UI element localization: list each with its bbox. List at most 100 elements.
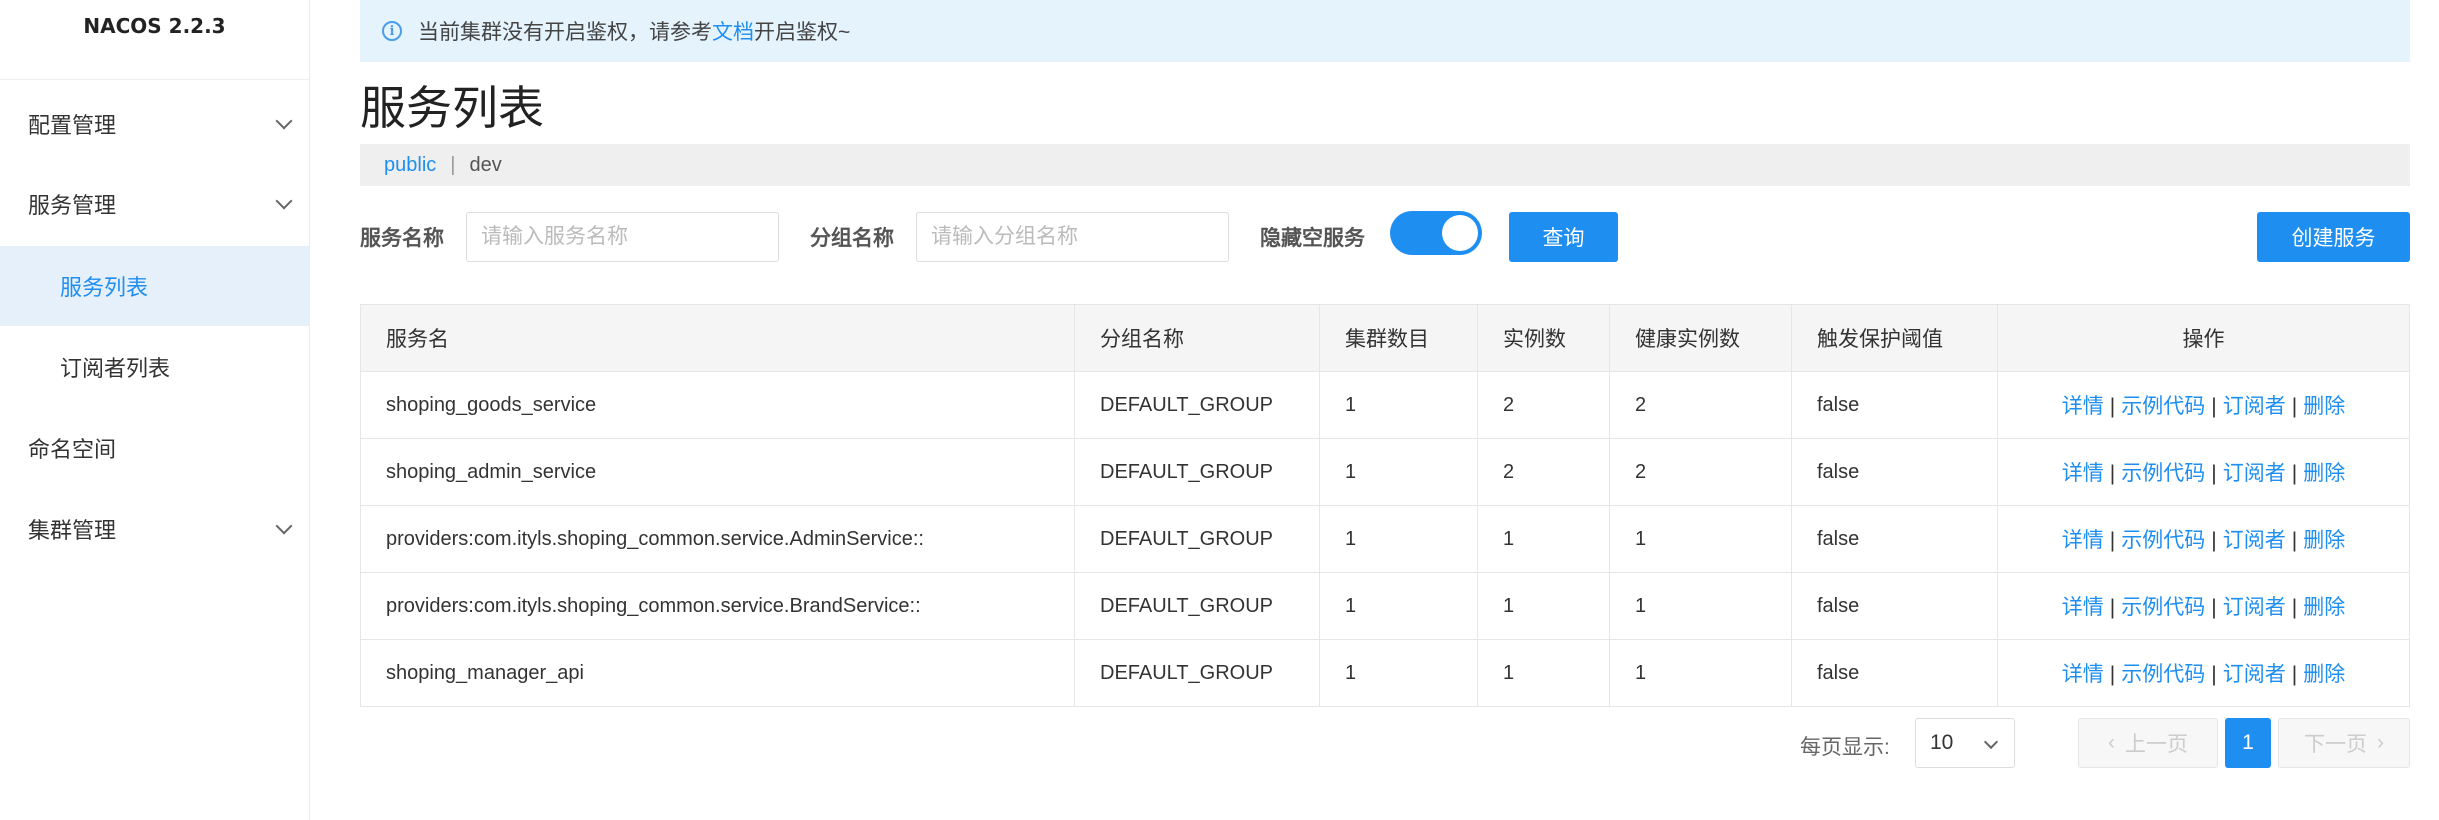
subscribers-link[interactable]: 订阅者 <box>2223 395 2286 418</box>
cell-actions: 详情 | 示例代码 | 订阅者 | 删除 <box>1997 371 2410 439</box>
hide-empty-label: 隐藏空服务 <box>1260 227 1365 250</box>
service-name-label: 服务名称 <box>360 227 444 250</box>
cell-group-name: DEFAULT_GROUP <box>1074 572 1320 640</box>
sidebar-item-service-list[interactable]: 服务列表 <box>0 246 310 326</box>
namespace-dev[interactable]: dev <box>469 154 501 177</box>
cell-protect-threshold: false <box>1791 371 1998 439</box>
sidebar-item-label: 配置管理 <box>28 113 117 138</box>
cell-instance-count: 2 <box>1477 371 1610 439</box>
detail-link[interactable]: 详情 <box>2062 529 2104 552</box>
cell-service-name: shoping_goods_service <box>360 371 1075 439</box>
cell-group-name: DEFAULT_GROUP <box>1074 639 1320 707</box>
detail-link[interactable]: 详情 <box>2062 596 2104 619</box>
delete-link[interactable]: 删除 <box>2303 395 2345 418</box>
cell-actions: 详情 | 示例代码 | 订阅者 | 删除 <box>1997 438 2410 506</box>
subscribers-link[interactable]: 订阅者 <box>2223 596 2286 619</box>
notice-suffix: 开启鉴权~ <box>754 21 851 44</box>
subscribers-link[interactable]: 订阅者 <box>2223 529 2286 552</box>
action-separator: | <box>2291 596 2298 619</box>
table-row: shoping_goods_service DEFAULT_GROUP 1 2 … <box>360 371 2410 439</box>
action-separator: | <box>2109 529 2116 552</box>
cell-healthy-count: 2 <box>1609 438 1792 506</box>
page-size-select[interactable]: 10 <box>1915 718 2015 768</box>
action-separator: | <box>2211 596 2217 619</box>
sidebar-item-cluster-management[interactable]: 集群管理 <box>0 489 310 569</box>
cell-group-name: DEFAULT_GROUP <box>1074 371 1320 439</box>
action-separator: | <box>2109 462 2116 485</box>
sample-code-link[interactable]: 示例代码 <box>2121 395 2205 418</box>
cell-protect-threshold: false <box>1791 572 1998 640</box>
sample-code-link[interactable]: 示例代码 <box>2121 596 2205 619</box>
cell-protect-threshold: false <box>1791 505 1998 573</box>
cell-protect-threshold: false <box>1791 639 1998 707</box>
delete-link[interactable]: 删除 <box>2303 663 2345 686</box>
group-name-label: 分组名称 <box>810 227 894 250</box>
cell-instance-count: 2 <box>1477 438 1610 506</box>
cell-cluster-count: 1 <box>1319 438 1478 506</box>
cell-group-name: DEFAULT_GROUP <box>1074 505 1320 573</box>
docs-link[interactable]: 文档 <box>712 16 754 46</box>
column-header: 服务名 <box>360 304 1075 372</box>
sample-code-link[interactable]: 示例代码 <box>2121 663 2205 686</box>
chevron-left-icon: ‹ <box>2108 731 2115 754</box>
next-page-button[interactable]: 下一页 › <box>2278 718 2410 768</box>
subscribers-link[interactable]: 订阅者 <box>2223 663 2286 686</box>
column-header: 触发保护阈值 <box>1791 304 1998 372</box>
sample-code-link[interactable]: 示例代码 <box>2121 462 2205 485</box>
action-separator: | <box>2291 395 2298 418</box>
cell-healthy-count: 1 <box>1609 572 1792 640</box>
group-name-input[interactable] <box>916 212 1229 262</box>
sidebar-item-namespace[interactable]: 命名空间 <box>0 408 310 488</box>
action-separator: | <box>2291 663 2298 686</box>
table-row: shoping_admin_service DEFAULT_GROUP 1 2 … <box>360 438 2410 506</box>
chevron-right-icon: › <box>2377 731 2384 754</box>
column-header: 操作 <box>1997 304 2410 372</box>
table-row: providers:com.ityls.shoping_common.servi… <box>360 505 2410 573</box>
chevron-down-icon <box>275 517 293 535</box>
cell-instance-count: 1 <box>1477 639 1610 707</box>
main-content: i 当前集群没有开启鉴权，请参考 文档 开启鉴权~ 服务列表 public | de… <box>360 0 2410 820</box>
sidebar-item-subscriber-list[interactable]: 订阅者列表 <box>0 327 310 407</box>
cell-group-name: DEFAULT_GROUP <box>1074 438 1320 506</box>
delete-link[interactable]: 删除 <box>2303 462 2345 485</box>
cell-cluster-count: 1 <box>1319 371 1478 439</box>
create-service-button[interactable]: 创建服务 <box>2257 212 2410 262</box>
table-header-row: 服务名 分组名称 集群数目 实例数 健康实例数 触发保护阈值 操作 <box>360 304 2410 372</box>
hide-empty-toggle[interactable] <box>1390 211 1482 255</box>
prev-page-label: 上一页 <box>2125 733 2188 756</box>
detail-link[interactable]: 详情 <box>2062 395 2104 418</box>
next-page-label: 下一页 <box>2304 733 2367 756</box>
cell-service-name: providers:com.ityls.shoping_common.servi… <box>360 572 1075 640</box>
chevron-down-icon <box>275 192 293 210</box>
namespace-separator: | <box>450 153 456 176</box>
sidebar-item-service-management[interactable]: 服务管理 <box>0 164 310 244</box>
sidebar-item-config-management[interactable]: 配置管理 <box>0 84 310 164</box>
service-table: 服务名 分组名称 集群数目 实例数 健康实例数 触发保护阈值 操作 shopin… <box>360 304 2410 707</box>
app-title: NACOS 2.2.3 <box>0 0 309 80</box>
delete-link[interactable]: 删除 <box>2303 596 2345 619</box>
page-size-label: 每页显示: <box>1800 736 1890 759</box>
service-name-input[interactable] <box>466 212 779 262</box>
current-page-button[interactable]: 1 <box>2225 718 2271 768</box>
cell-service-name: shoping_admin_service <box>360 438 1075 506</box>
detail-link[interactable]: 详情 <box>2062 462 2104 485</box>
notice-prefix: 当前集群没有开启鉴权，请参考 <box>418 21 712 44</box>
delete-link[interactable]: 删除 <box>2303 529 2345 552</box>
sample-code-link[interactable]: 示例代码 <box>2121 529 2205 552</box>
subscribers-link[interactable]: 订阅者 <box>2223 462 2286 485</box>
sidebar-item-label: 服务列表 <box>60 275 149 300</box>
cell-protect-threshold: false <box>1791 438 1998 506</box>
sidebar-item-label: 订阅者列表 <box>60 356 171 381</box>
action-separator: | <box>2211 663 2217 686</box>
action-separator: | <box>2109 596 2116 619</box>
cell-cluster-count: 1 <box>1319 639 1478 707</box>
action-separator: | <box>2291 529 2298 552</box>
action-separator: | <box>2109 395 2116 418</box>
query-button[interactable]: 查询 <box>1509 212 1618 262</box>
cell-service-name: shoping_manager_api <box>360 639 1075 707</box>
column-header: 分组名称 <box>1074 304 1320 372</box>
detail-link[interactable]: 详情 <box>2062 663 2104 686</box>
info-icon: i <box>382 21 402 41</box>
prev-page-button[interactable]: ‹ 上一页 <box>2078 718 2218 768</box>
namespace-public[interactable]: public <box>384 154 436 177</box>
